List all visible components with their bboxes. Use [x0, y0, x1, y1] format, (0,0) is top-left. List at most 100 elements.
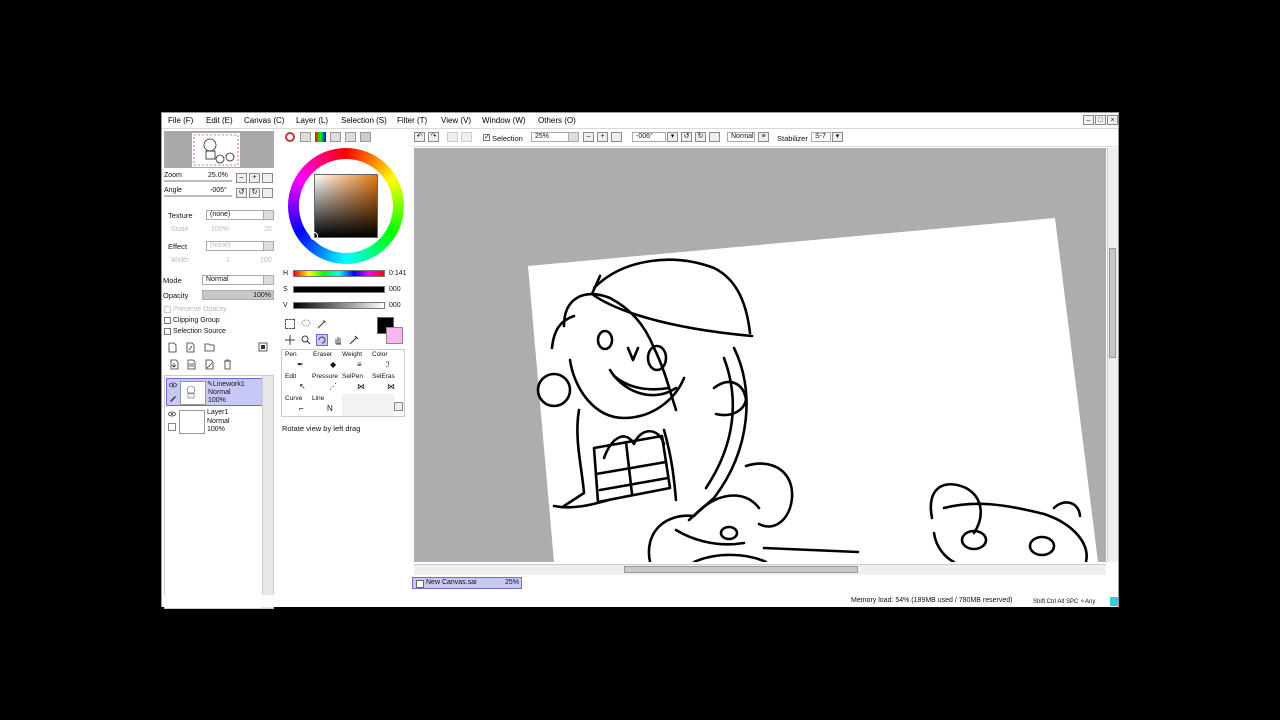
vertical-scrollbar[interactable] — [1107, 148, 1118, 562]
tool-slot-empty[interactable] — [342, 394, 372, 416]
minimize-button[interactable]: – — [1083, 115, 1094, 125]
tool-eraser[interactable]: Eraser ◆ — [312, 350, 342, 372]
layer-scrollbar[interactable] — [262, 376, 273, 608]
hand-icon[interactable] — [333, 335, 343, 345]
blend-mode-dropdown[interactable]: Normal — [727, 132, 755, 142]
new-linework-layer-icon[interactable] — [186, 342, 195, 355]
angle-field[interactable]: -006° — [632, 132, 666, 142]
menu-window[interactable]: Window (W) — [482, 116, 526, 125]
rotate-reset-button[interactable] — [709, 132, 720, 142]
preserve-opacity-checkbox[interactable] — [164, 306, 171, 313]
tool-scroll-down-icon[interactable] — [394, 402, 403, 411]
rect-select-icon[interactable] — [285, 319, 295, 329]
new-layer-icon[interactable] — [168, 342, 177, 355]
mode-dropdown[interactable]: Normal — [202, 275, 274, 285]
value-slider[interactable] — [293, 302, 385, 309]
vertical-scroll-thumb[interactable] — [1109, 248, 1116, 358]
menu-file[interactable]: File (F) — [168, 116, 193, 125]
clear-layer-icon[interactable] — [205, 359, 214, 372]
clipping-group-checkbox[interactable] — [164, 317, 171, 324]
horizontal-scrollbar[interactable] — [414, 564, 1106, 575]
new-folder-icon[interactable] — [204, 342, 215, 354]
menu-others[interactable]: Others (O) — [538, 116, 576, 125]
color-wheel[interactable] — [288, 148, 404, 264]
rotate-reset-button[interactable] — [262, 188, 273, 198]
tool-pressure[interactable]: Pressure ⋰ — [312, 372, 342, 394]
transfer-down-icon[interactable] — [170, 359, 179, 372]
selection-source-checkbox[interactable] — [164, 328, 171, 335]
tool-slot-empty[interactable] — [372, 394, 394, 416]
pen-lock-icon[interactable] — [169, 394, 177, 402]
stabilizer-dropdown[interactable]: S-7 — [811, 132, 831, 142]
navigator-thumbnail[interactable] — [164, 131, 274, 168]
zoom-out-button[interactable]: – — [236, 173, 247, 183]
layer-item-layer1[interactable]: Layer1 Normal 100% — [166, 408, 264, 436]
zoom-icon[interactable] — [301, 335, 311, 345]
scratchpad-tab-icon[interactable] — [360, 132, 371, 142]
tool-color[interactable]: Color ℐ — [372, 350, 404, 372]
stabilizer-arrow-button[interactable]: ▾ — [832, 132, 843, 142]
tool-pen[interactable]: Pen ✒ — [282, 350, 312, 372]
undo-button[interactable]: ↶ — [414, 132, 425, 142]
saturation-slider[interactable] — [293, 286, 385, 293]
eyedropper-icon[interactable] — [349, 335, 359, 345]
layer-item-linework1[interactable]: ✎Linework1 Normal 100% — [166, 378, 264, 406]
menu-view[interactable]: View (V) — [441, 116, 471, 125]
tool-selpen[interactable]: SelPen ⋈ — [342, 372, 372, 394]
redo-button[interactable]: ↷ — [428, 132, 439, 142]
move-icon[interactable] — [285, 335, 295, 345]
delete-layer-icon[interactable] — [223, 359, 232, 372]
layer-panel-menu-icon[interactable] — [258, 342, 268, 354]
lasso-icon[interactable] — [301, 319, 311, 329]
rotate-right-button[interactable]: ↻ — [695, 132, 706, 142]
menu-layer[interactable]: Layer (L) — [296, 116, 328, 125]
flip-view-button[interactable]: ≡ — [758, 132, 769, 142]
effect-dropdown[interactable]: (none) — [206, 241, 274, 251]
maximize-button[interactable]: □ — [1095, 115, 1106, 125]
angle-dropdown-button[interactable]: ▾ — [667, 132, 678, 142]
rotate-icon[interactable] — [316, 334, 328, 346]
selection-checkbox[interactable]: ✓ — [483, 134, 490, 141]
secondary-color-swatch[interactable] — [386, 327, 403, 344]
close-button[interactable]: × — [1107, 115, 1118, 125]
zoom-slider[interactable] — [164, 180, 232, 182]
zoom-fit-button[interactable] — [611, 132, 622, 142]
tool-line[interactable]: Line Ν — [312, 394, 342, 416]
color-picker-handle[interactable] — [310, 232, 318, 240]
color-wheel-tab-icon[interactable] — [285, 132, 296, 142]
menu-canvas[interactable]: Canvas (C) — [244, 116, 284, 125]
deselect-button[interactable] — [447, 132, 458, 142]
menu-filter[interactable]: Filter (T) — [397, 116, 427, 125]
hsv-slider-tab-icon[interactable] — [315, 132, 326, 142]
zoom-out-button[interactable]: – — [583, 132, 594, 142]
rgb-slider-tab-icon[interactable] — [300, 132, 311, 142]
canvas-viewport[interactable] — [414, 148, 1106, 562]
angle-slider[interactable] — [164, 195, 232, 197]
rotate-right-button[interactable]: ↻ — [249, 188, 260, 198]
tool-weight[interactable]: Weight ≡ — [342, 350, 372, 372]
magic-wand-icon[interactable] — [317, 319, 327, 329]
texture-dropdown[interactable]: (none) — [206, 210, 274, 220]
lock-checkbox[interactable] — [168, 423, 176, 431]
eye-icon[interactable] — [168, 410, 176, 418]
menu-selection[interactable]: Selection (S) — [341, 116, 387, 125]
invert-selection-button[interactable] — [461, 132, 472, 142]
tool-curve[interactable]: Curve ⌐ — [282, 394, 312, 416]
zoom-reset-button[interactable] — [262, 173, 273, 183]
tool-seleras[interactable]: SelEras ⋈ — [372, 372, 404, 394]
eye-icon[interactable] — [169, 381, 177, 389]
swatches-tab-icon[interactable] — [345, 132, 356, 142]
hue-slider[interactable] — [293, 270, 385, 277]
opacity-slider[interactable]: 100% — [202, 290, 274, 300]
menu-edit[interactable]: Edit (E) — [206, 116, 233, 125]
saturation-value-square[interactable] — [314, 174, 378, 238]
tool-edit[interactable]: Edit ↖ — [282, 372, 312, 394]
rotate-left-button[interactable]: ↺ — [236, 188, 247, 198]
zoom-in-button[interactable]: + — [597, 132, 608, 142]
rotate-left-button[interactable]: ↺ — [681, 132, 692, 142]
zoom-in-button[interactable]: + — [249, 173, 260, 183]
color-mixer-tab-icon[interactable] — [330, 132, 341, 142]
document-tab[interactable]: New Canvas.sai 25% — [412, 577, 522, 589]
zoom-dropdown[interactable]: 25% — [531, 132, 579, 142]
horizontal-scroll-thumb[interactable] — [624, 566, 858, 573]
